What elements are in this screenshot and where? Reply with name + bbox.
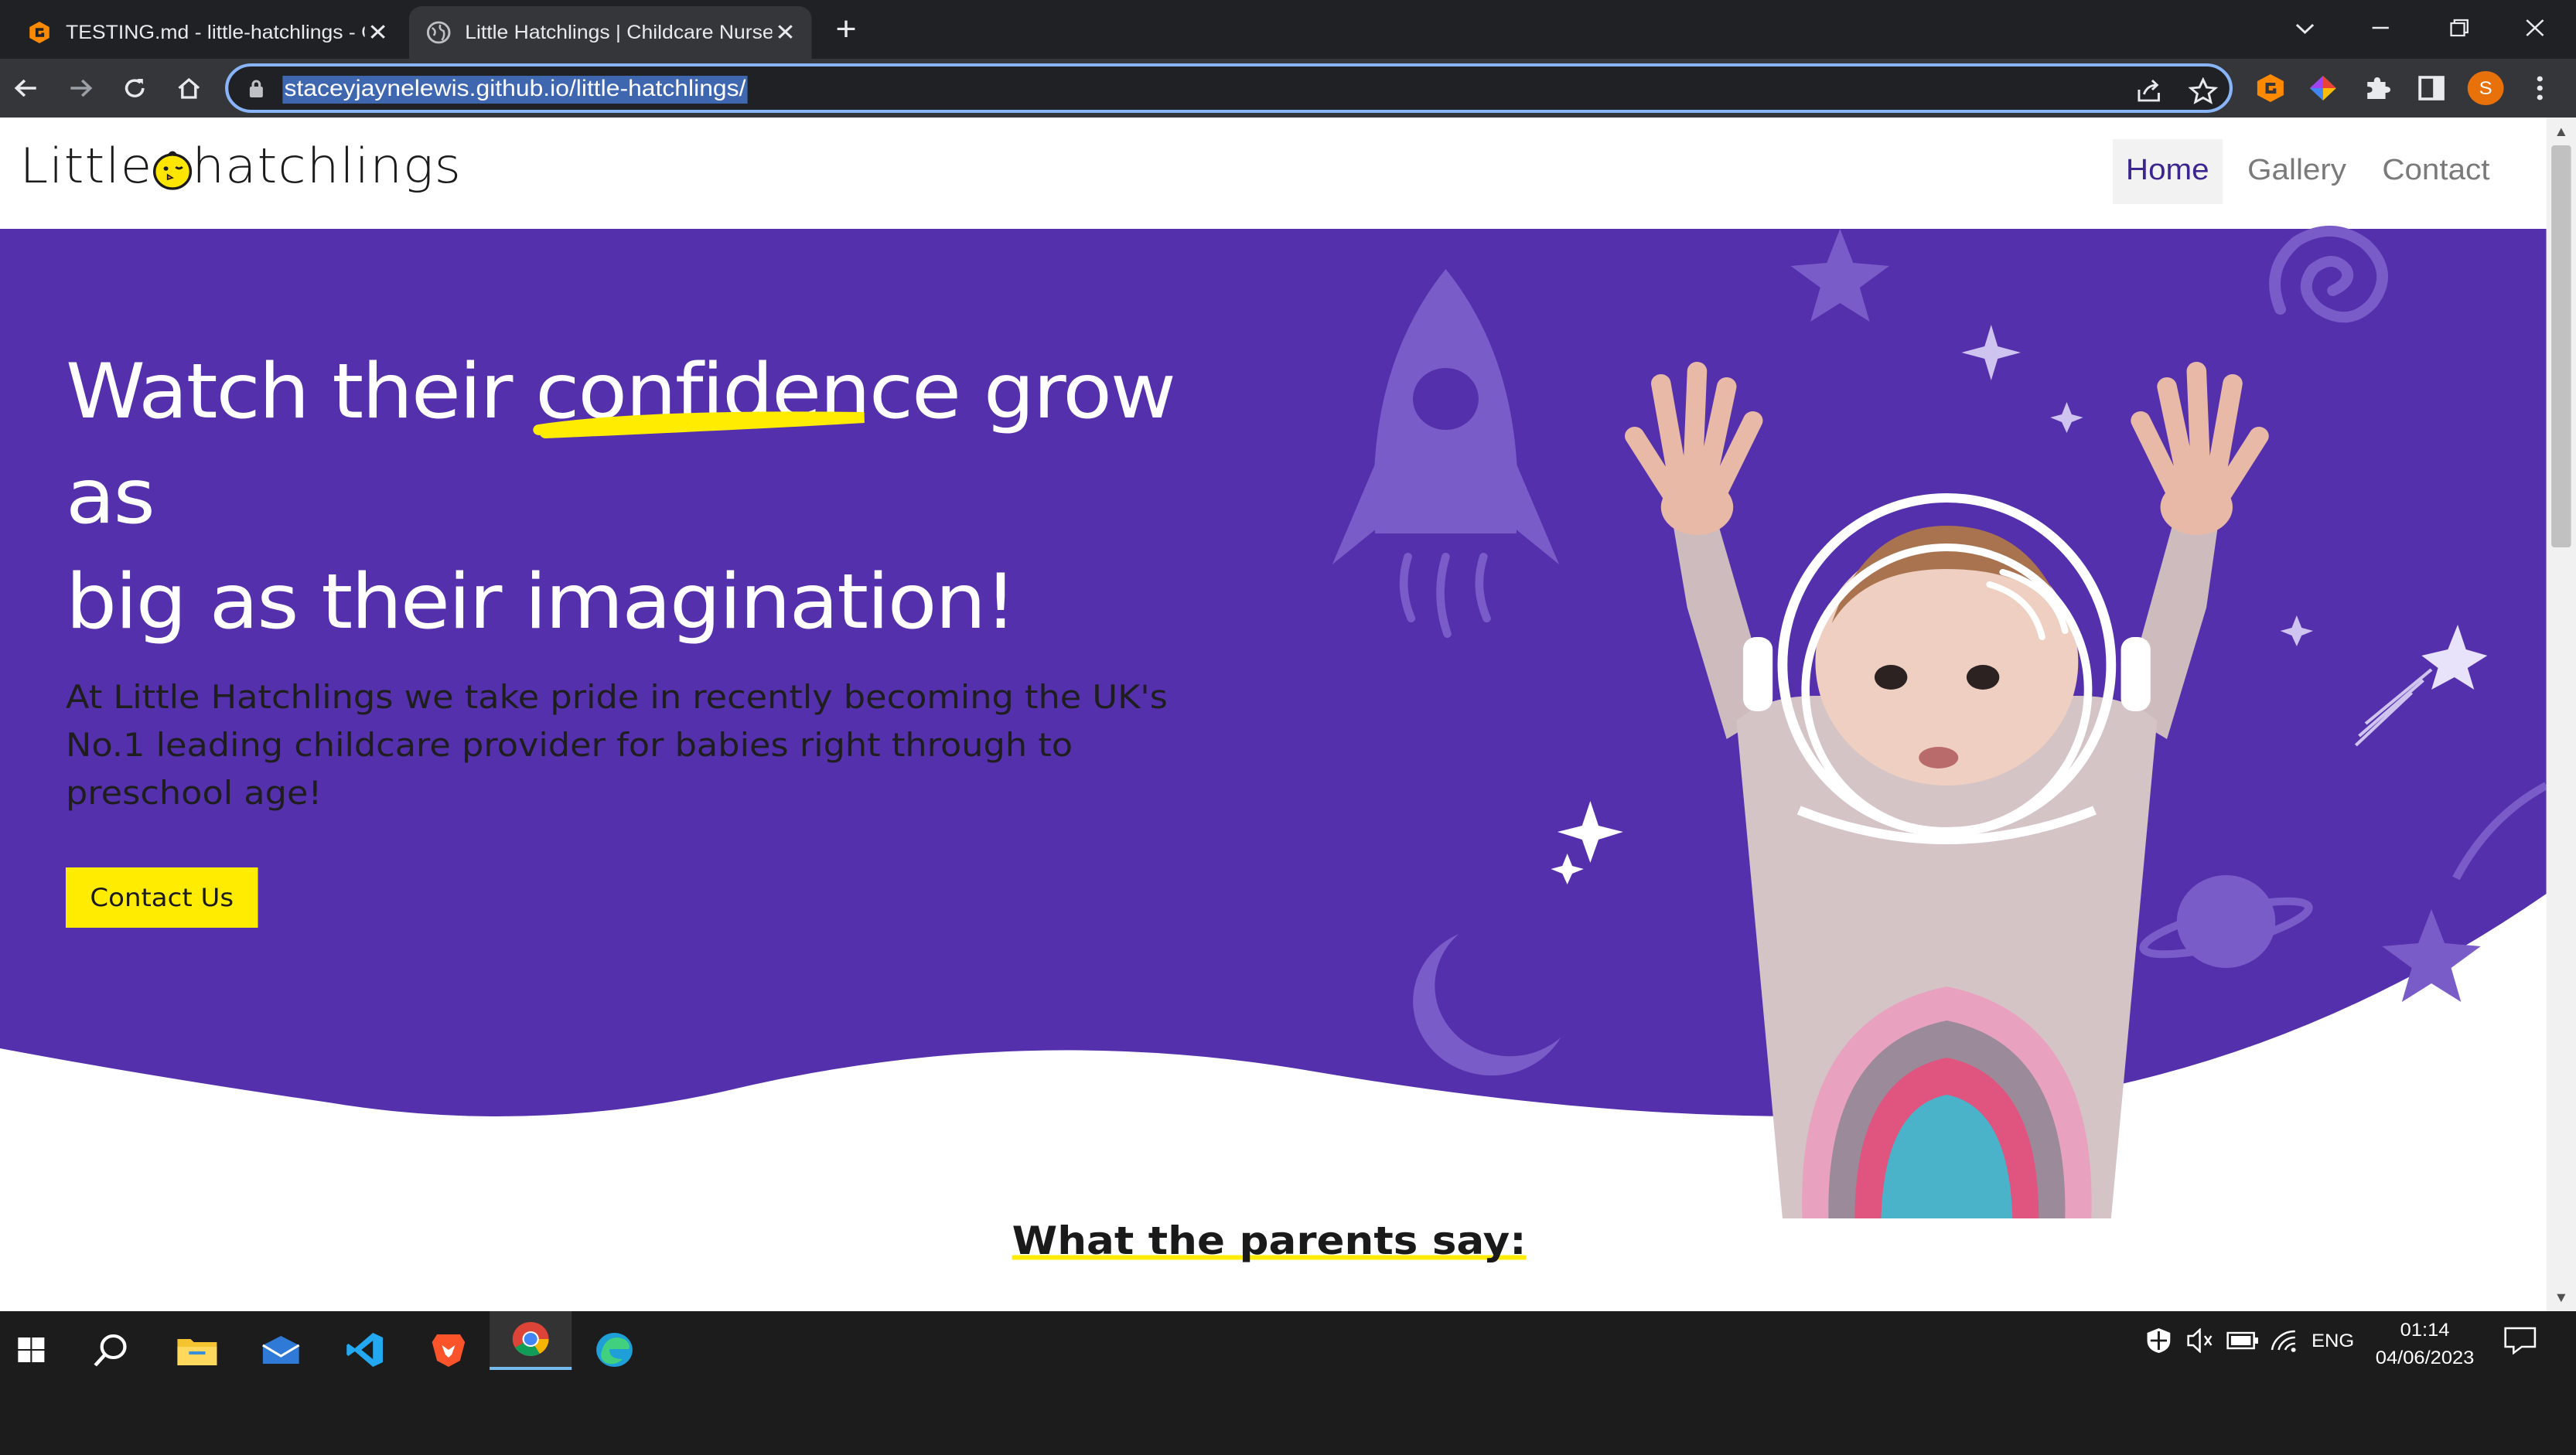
browser-tab-strip: TESTING.md - little-hatchlings - G ✕ Lit…: [0, 0, 2576, 59]
page-scrollbar[interactable]: ▲ ▼: [2546, 118, 2576, 1311]
scroll-up-arrow[interactable]: ▲: [2553, 124, 2569, 139]
testimonials-heading: What the parents say:: [0, 1218, 2538, 1263]
underline-squiggle: [533, 411, 865, 438]
clock-date: 04/06/2023: [2375, 1347, 2475, 1368]
home-icon[interactable]: [169, 70, 209, 107]
hero-heading: Watch their confidence grow as big as th…: [66, 340, 1249, 656]
windows-taskbar: ENG 01:14 04/06/2023: [0, 1311, 2576, 1455]
wifi-icon[interactable]: [2269, 1324, 2298, 1358]
gitpod-icon: [29, 22, 49, 43]
battery-icon[interactable]: [2226, 1324, 2259, 1358]
nav-link-home[interactable]: Home: [2112, 139, 2223, 204]
site-logo[interactable]: Little hatchlings: [19, 139, 461, 210]
browser-toolbar: staceyjaynelewis.github.io/little-hatchl…: [0, 59, 2576, 118]
volume-muted-icon[interactable]: [2185, 1324, 2214, 1358]
bookmark-star-icon[interactable]: [2188, 77, 2218, 105]
brave-browser-icon[interactable]: [421, 1324, 476, 1376]
child-astronaut-image: [1625, 362, 2269, 1218]
gitpod-extension-icon[interactable]: [2254, 73, 2287, 104]
minimize-icon[interactable]: [2342, 0, 2418, 56]
tab-title: Little Hatchlings | Childcare Nurse: [465, 22, 773, 43]
restore-icon[interactable]: [2421, 0, 2497, 56]
taskbar-clock[interactable]: 01:14 04/06/2023: [2363, 1316, 2487, 1372]
back-icon[interactable]: [6, 70, 46, 107]
globe-icon: [426, 21, 451, 44]
hero-heading-highlight: confidence: [533, 340, 961, 445]
contact-us-button[interactable]: Contact Us: [65, 867, 258, 928]
side-panel-icon[interactable]: [2415, 73, 2448, 104]
tab-search-icon[interactable]: [2267, 0, 2343, 56]
search-icon[interactable]: [84, 1324, 139, 1376]
tab-little-hatchlings[interactable]: Little Hatchlings | Childcare Nurse ✕: [408, 6, 812, 59]
close-window-icon[interactable]: [2497, 0, 2573, 56]
windows-security-icon[interactable]: [2144, 1324, 2173, 1358]
web-page: Little hatchlings Home Gallery Contact W…: [0, 118, 2547, 1311]
logo-text-hatchlings: hatchlings: [192, 139, 462, 195]
profile-avatar[interactable]: S: [2467, 71, 2504, 105]
nav-link-contact[interactable]: Contact: [2369, 139, 2503, 204]
scroll-down-arrow[interactable]: ▼: [2553, 1290, 2569, 1305]
close-tab-icon[interactable]: ✕: [772, 20, 798, 46]
puzzle-extensions-icon[interactable]: [2361, 73, 2393, 104]
testimonials-heading-text: What the parents say:: [1012, 1218, 1527, 1263]
logo-text-little: Little: [19, 139, 153, 195]
chick-logo-icon: [152, 150, 192, 189]
hero-description: At Little Hatchlings we take pride in re…: [65, 679, 1168, 812]
share-icon[interactable]: [2134, 77, 2164, 105]
hero-heading-line2: big as their imagination!: [65, 558, 1017, 646]
hero-section: Watch their confidence grow as big as th…: [0, 226, 2547, 1218]
reload-icon[interactable]: [115, 70, 155, 107]
site-navbar: Little hatchlings Home Gallery Contact: [0, 118, 2547, 229]
file-explorer-icon[interactable]: [169, 1324, 225, 1376]
scrollbar-thumb[interactable]: [2551, 145, 2571, 547]
mail-icon[interactable]: [253, 1324, 309, 1376]
hero-heading-start: Watch their: [65, 348, 513, 436]
lock-icon: [249, 80, 263, 97]
tab-testing-md[interactable]: TESTING.md - little-hatchlings - G ✕: [10, 6, 404, 59]
chrome-taskbar-icon[interactable]: [490, 1311, 572, 1370]
menu-kebab-icon[interactable]: [2523, 73, 2556, 104]
clock-time: 01:14: [2400, 1319, 2450, 1341]
new-tab-button[interactable]: +: [828, 12, 865, 48]
vscode-icon[interactable]: [336, 1324, 392, 1376]
url-text[interactable]: staceyjaynelewis.github.io/little-hatchl…: [282, 76, 748, 104]
forward-icon[interactable]: [61, 70, 101, 107]
color-picker-extension-icon[interactable]: [2307, 73, 2339, 104]
address-bar[interactable]: staceyjaynelewis.github.io/little-hatchl…: [225, 63, 2233, 113]
tab-title: TESTING.md - little-hatchlings - G: [65, 22, 365, 43]
language-indicator[interactable]: ENG: [2312, 1324, 2354, 1358]
notifications-icon[interactable]: [2504, 1324, 2537, 1358]
edge-browser-icon[interactable]: [586, 1324, 642, 1376]
nav-link-gallery[interactable]: Gallery: [2234, 139, 2359, 204]
close-tab-icon[interactable]: ✕: [365, 20, 391, 46]
windows-start-icon[interactable]: [3, 1324, 59, 1376]
